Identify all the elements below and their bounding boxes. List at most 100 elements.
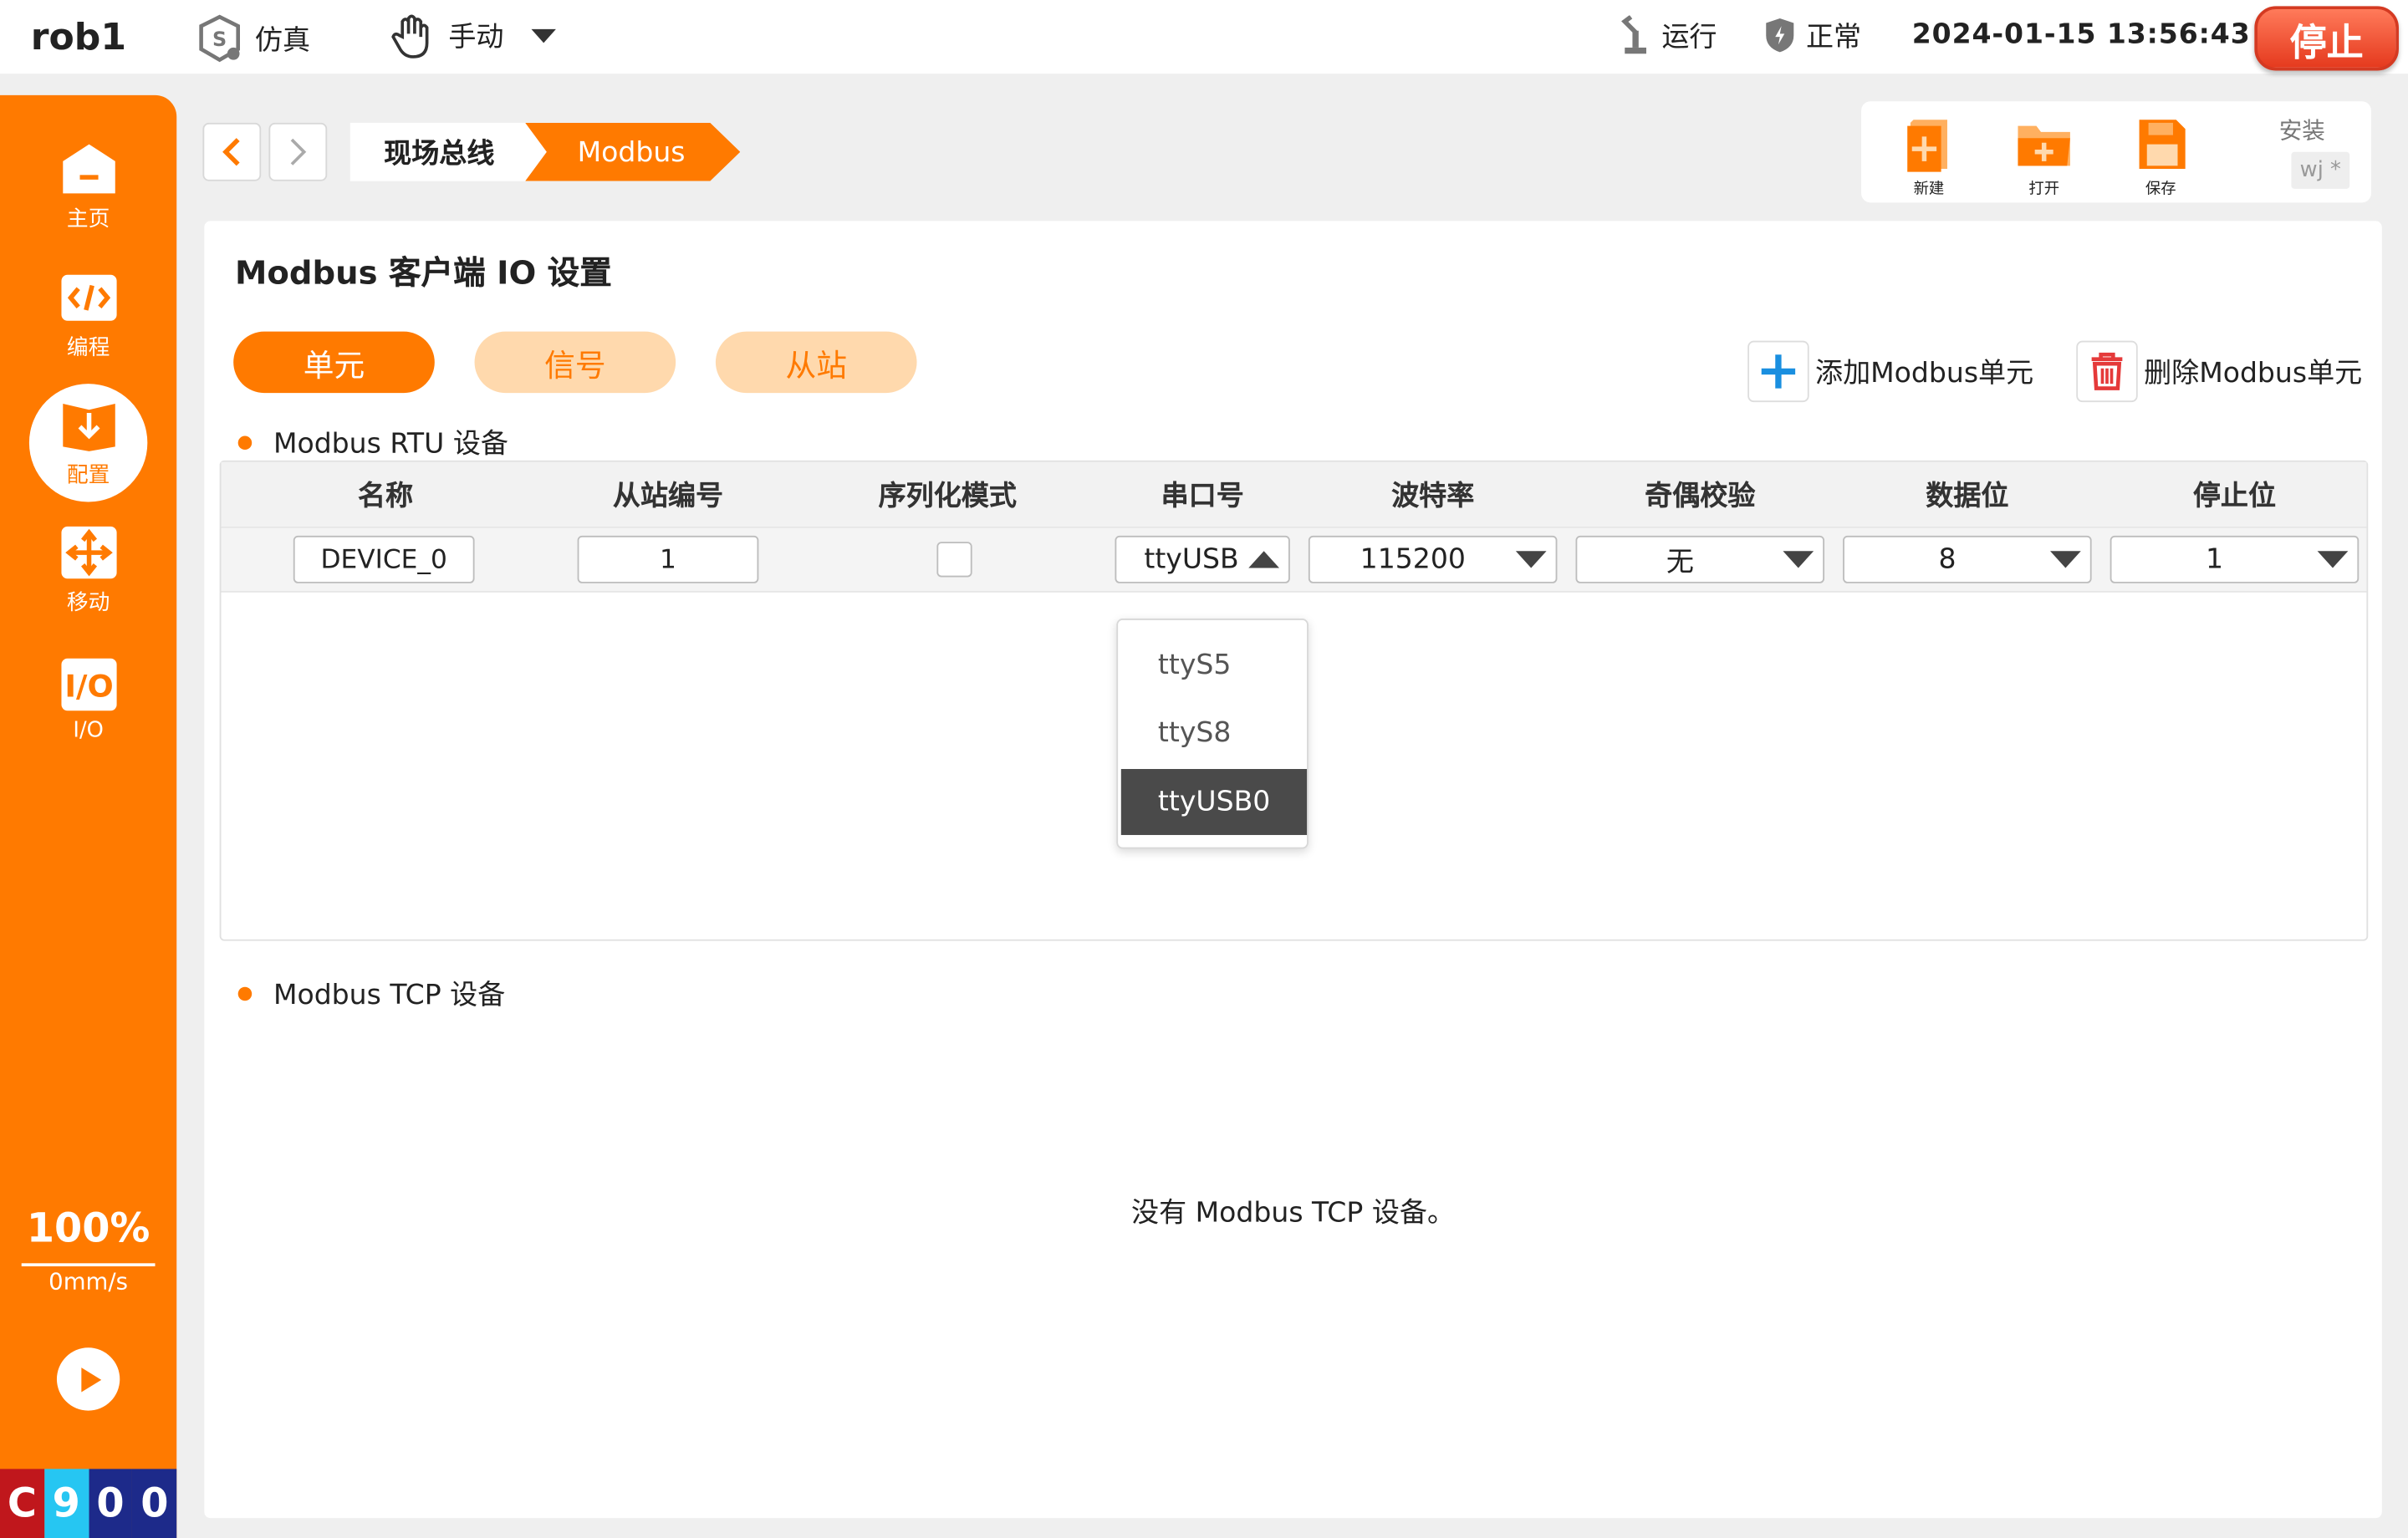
rtu-section-heading: Modbus RTU 设备 xyxy=(237,422,508,462)
new-file-button[interactable]: 新建 xyxy=(1883,114,1975,198)
chevron-down-icon xyxy=(2050,551,2081,568)
chevron-up-icon xyxy=(1248,551,1279,568)
open-file-label: 打开 xyxy=(2028,181,2060,198)
sidebar-item-home[interactable]: 主页 xyxy=(0,129,176,246)
system-status: 正常 xyxy=(1763,15,1862,55)
svg-text:S: S xyxy=(212,28,227,51)
sidebar-label-config: 配置 xyxy=(66,462,110,488)
tab-signal[interactable]: 信号 xyxy=(474,331,676,394)
baud-select[interactable]: 115200 xyxy=(1308,535,1558,583)
parity-value: 无 xyxy=(1666,545,1694,578)
svg-text:I/O: I/O xyxy=(64,669,112,705)
bullet-dot xyxy=(237,435,253,450)
serial-mode-checkbox[interactable] xyxy=(936,542,972,578)
datetime: 2024-01-15 13:56:43 xyxy=(1911,18,2251,51)
back-button[interactable] xyxy=(202,122,262,181)
port-dropdown-menu: ttyS5 ttyS8 ttyUSB0 xyxy=(1116,619,1309,849)
install-label: 安装 xyxy=(2278,116,2325,145)
play-button[interactable] xyxy=(56,1347,120,1411)
run-label: 运行 xyxy=(1661,21,1717,54)
port-select[interactable]: ttyUSB0 xyxy=(1115,535,1290,583)
port-option-ttys8[interactable]: ttyS8 xyxy=(1121,700,1307,766)
stop-button[interactable]: 停止 xyxy=(2254,6,2399,71)
delete-modbus-unit-button[interactable]: 删除Modbus单元 xyxy=(2076,340,2363,403)
save-icon xyxy=(2139,120,2186,169)
bullet-dot xyxy=(237,985,253,1001)
simulation-toggle[interactable]: S 仿真 xyxy=(193,13,310,64)
table-row: DEVICE_0 1 ttyUSB0 115200 无 8 1 xyxy=(221,526,2367,593)
slave-id-input[interactable]: 1 xyxy=(577,535,759,583)
chevron-down-icon xyxy=(531,28,556,43)
port-option-ttyusb0[interactable]: ttyUSB0 xyxy=(1120,769,1308,835)
stop-bits-value: 1 xyxy=(2206,543,2224,576)
project-name: wj * xyxy=(2291,151,2350,189)
sidebar-item-move[interactable]: 移动 xyxy=(0,512,176,629)
home-icon xyxy=(62,144,115,194)
forward-button[interactable] xyxy=(268,122,328,181)
port-option-ttys5[interactable]: ttyS5 xyxy=(1121,633,1307,699)
sidebar-item-program[interactable]: 编程 xyxy=(0,258,176,375)
mode-selector[interactable]: 手动 xyxy=(387,9,559,61)
sidebar-item-io[interactable]: I/O I/O xyxy=(0,642,176,759)
counter-digit: 0 xyxy=(88,1469,133,1538)
mode-label: 手动 xyxy=(448,21,504,54)
tab-slave[interactable]: 从站 xyxy=(715,331,917,394)
tab-unit[interactable]: 单元 xyxy=(233,331,435,394)
open-file-button[interactable]: 打开 xyxy=(1998,114,2090,198)
chevron-down-icon xyxy=(1783,551,1814,568)
speed-value: 0mm/s xyxy=(48,1267,129,1296)
stop-bits-select[interactable]: 1 xyxy=(2110,535,2360,583)
add-icon-box xyxy=(1747,340,1809,403)
breadcrumb-fieldbus[interactable]: 现场总线 xyxy=(349,122,550,181)
top-bar: rob1 S 仿真 手动 运行 正常 2024-01-15 13:56:43 停… xyxy=(0,0,2408,74)
delete-modbus-unit-label: 删除Modbus单元 xyxy=(2144,357,2363,390)
save-file-button[interactable]: 保存 xyxy=(2115,114,2206,198)
chevron-down-icon xyxy=(2317,551,2349,568)
speed-percent[interactable]: 100% xyxy=(0,1206,176,1252)
move-icon xyxy=(60,526,116,579)
column-header-serial-mode: 序列化模式 xyxy=(878,480,1017,513)
sidebar-label-home: 主页 xyxy=(66,206,110,232)
trash-icon xyxy=(2091,352,2123,390)
tcp-section-heading: Modbus TCP 设备 xyxy=(237,973,506,1013)
delete-icon-box xyxy=(2076,340,2138,403)
file-toolbar: 新建 打开 保存 安装 wj * xyxy=(1861,101,2371,203)
add-modbus-unit-button[interactable]: 添加Modbus单元 xyxy=(1747,340,2034,403)
column-header-stop-bits: 停止位 xyxy=(2192,480,2277,513)
breadcrumb-modbus[interactable]: Modbus xyxy=(525,122,741,181)
new-file-icon xyxy=(1907,120,1947,172)
data-bits-select[interactable]: 8 xyxy=(1843,535,2092,583)
code-icon xyxy=(60,274,116,321)
hand-icon xyxy=(391,14,429,59)
parity-select[interactable]: 无 xyxy=(1575,535,1825,583)
chevron-right-icon xyxy=(290,138,307,166)
play-icon xyxy=(80,1367,101,1392)
sidebar-label-io: I/O xyxy=(73,718,104,743)
column-header-data-bits: 数据位 xyxy=(1926,480,2009,513)
sidebar-item-config[interactable]: 配置 xyxy=(28,384,148,502)
column-header-port: 串口号 xyxy=(1161,480,1244,513)
column-header-parity: 奇偶校验 xyxy=(1645,480,1756,513)
port-value: ttyUSB0 xyxy=(1144,543,1239,576)
tcp-heading-label: Modbus TCP 设备 xyxy=(273,979,506,1012)
io-icon: I/O xyxy=(60,658,116,711)
robot-name: rob1 xyxy=(30,15,126,59)
save-file-label: 保存 xyxy=(2145,181,2176,198)
shield-icon xyxy=(1766,18,1794,53)
status-label: 正常 xyxy=(1805,21,1862,54)
simulation-icon: S xyxy=(199,14,240,63)
main-panel: Modbus 客户端 IO 设置 单元 信号 从站 添加Modbus单元 删除M… xyxy=(204,221,2382,1519)
device-name-input[interactable]: DEVICE_0 xyxy=(293,535,475,583)
column-header-slave-id: 从站编号 xyxy=(612,480,724,513)
sidebar: 主页 编程 配置 移动 I/O I/O 100% 0mm/s C 9 0 0 xyxy=(0,94,177,1538)
new-file-label: 新建 xyxy=(1913,181,1945,198)
sidebar-label-move: 移动 xyxy=(66,590,110,616)
column-header-baud: 波特率 xyxy=(1391,480,1475,513)
config-icon xyxy=(62,403,115,451)
counter-display: C 9 0 0 xyxy=(0,1469,177,1538)
page-title: Modbus 客户端 IO 设置 xyxy=(235,254,612,292)
add-modbus-unit-label: 添加Modbus单元 xyxy=(1815,357,2034,390)
folder-open-icon xyxy=(2018,125,2070,166)
plus-icon xyxy=(1761,354,1796,389)
baud-value: 115200 xyxy=(1360,543,1466,576)
